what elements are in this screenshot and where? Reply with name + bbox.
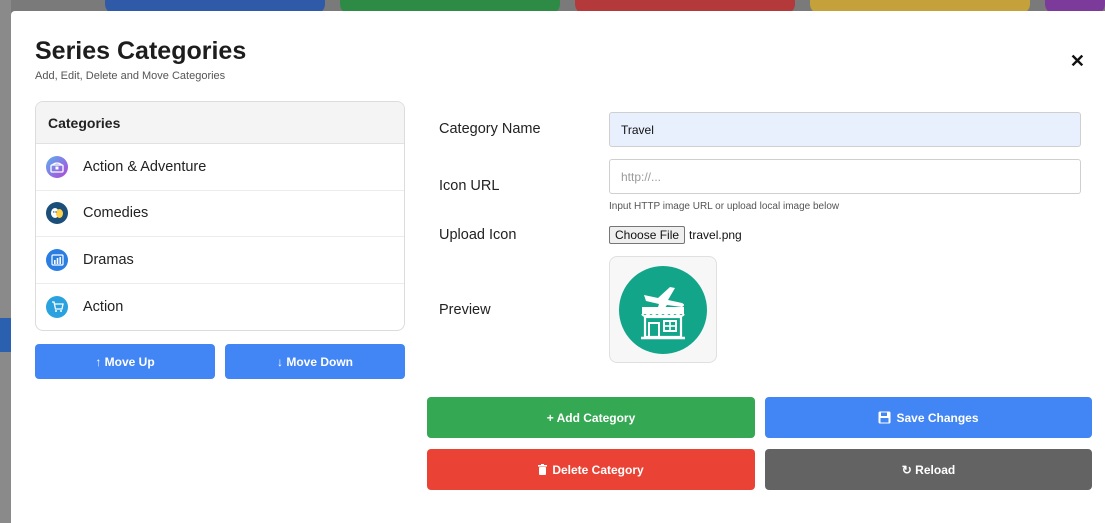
icon-url-label: Icon URL <box>439 178 500 194</box>
shopping-cart-icon <box>46 295 68 318</box>
chart-icon <box>46 248 68 271</box>
save-changes-button[interactable]: Save Changes <box>765 397 1092 438</box>
move-up-button[interactable]: ↑ Move Up <box>35 344 215 379</box>
background-left-edge <box>0 0 11 523</box>
save-changes-label: Save Changes <box>896 410 979 425</box>
add-category-button[interactable]: + Add Category <box>427 397 755 438</box>
floppy-disk-icon <box>878 411 891 424</box>
theater-masks-icon <box>46 202 68 225</box>
file-upload-control: Choose File travel.png <box>609 226 742 244</box>
reload-button[interactable]: ↻ Reload <box>765 449 1092 490</box>
modal-subtitle: Add, Edit, Delete and Move Categories <box>35 70 226 82</box>
preview-label: Preview <box>439 302 491 318</box>
category-label: Comedies <box>83 205 149 222</box>
category-label: Action <box>83 298 124 315</box>
categories-panel: Categories Action & Adventure Comedies D… <box>35 101 405 331</box>
icon-preview <box>609 256 717 363</box>
category-name-input[interactable] <box>609 112 1081 147</box>
treasure-chest-icon <box>46 155 68 178</box>
move-down-button[interactable]: ↓ Move Down <box>225 344 405 379</box>
background-left-accent <box>0 318 11 352</box>
category-item-action-adventure[interactable]: Action & Adventure <box>36 144 404 191</box>
trash-icon <box>538 464 548 475</box>
categories-header: Categories <box>36 102 404 144</box>
category-name-label: Category Name <box>439 121 541 137</box>
icon-url-input[interactable] <box>609 159 1081 194</box>
choose-file-button[interactable]: Choose File <box>609 226 686 244</box>
series-categories-modal: Series Categories Add, Edit, Delete and … <box>11 11 1105 523</box>
category-label: Action & Adventure <box>83 158 207 175</box>
category-item-action[interactable]: Action <box>36 284 404 331</box>
selected-file-name: travel.png <box>689 228 742 242</box>
category-item-dramas[interactable]: Dramas <box>36 237 404 284</box>
delete-category-label: Delete Category <box>552 462 644 477</box>
delete-category-button[interactable]: Delete Category <box>427 449 755 490</box>
travel-shop-icon <box>619 265 707 354</box>
category-label: Dramas <box>83 251 134 268</box>
modal-title: Series Categories <box>35 37 247 65</box>
icon-url-hint: Input HTTP image URL or upload local ima… <box>609 201 840 212</box>
close-icon[interactable]: ✕ <box>1070 51 1085 72</box>
category-item-comedies[interactable]: Comedies <box>36 191 404 237</box>
upload-icon-label: Upload Icon <box>439 227 517 243</box>
